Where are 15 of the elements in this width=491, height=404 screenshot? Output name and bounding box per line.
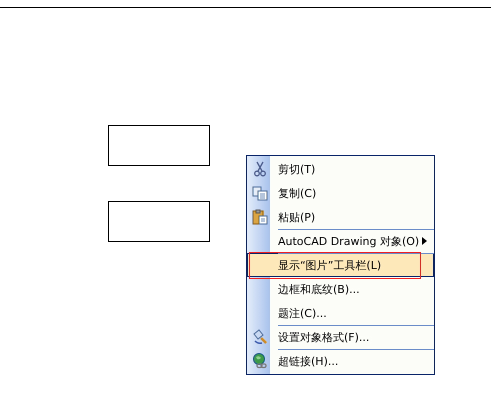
paint-brush-icon [252,329,268,345]
menu-item[interactable]: 超链接(H)... [247,349,434,373]
menu-item[interactable]: 复制(C) [247,181,434,205]
menu-item[interactable]: 设置对象格式(F)... [247,325,434,349]
menu-item[interactable]: 剪切(T) [247,157,434,181]
menu-item[interactable]: 显示“图片”工具栏(L) [247,253,434,277]
menu-item[interactable]: AutoCAD Drawing 对象(O) [247,229,434,253]
copy-icon [252,186,268,200]
menu-item[interactable]: 粘贴(P) [247,205,434,229]
clipboard-icon [252,209,268,225]
submenu-arrow-icon [422,237,427,245]
scissors-icon [252,161,266,177]
menu-item[interactable]: 边框和底纹(B)... [247,277,434,301]
globe-link-icon [252,353,268,369]
menu-item[interactable]: 题注(C)... [247,301,434,325]
